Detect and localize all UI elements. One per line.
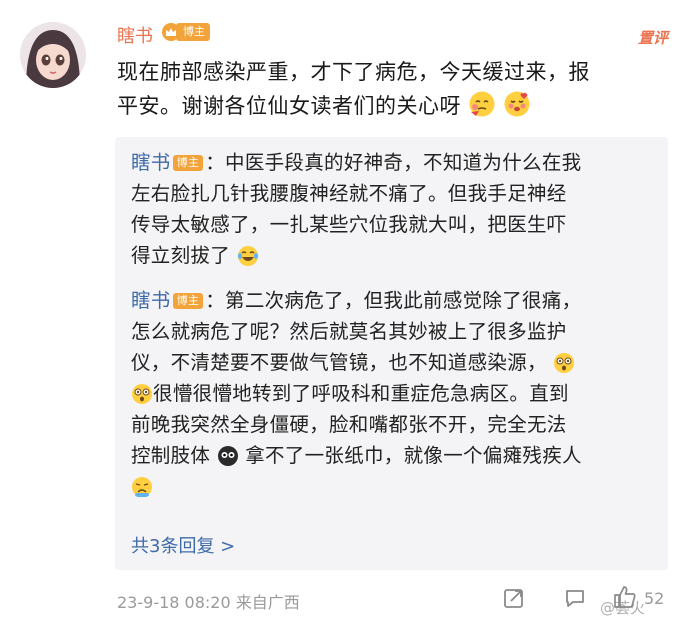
blogger-badge: 博主 — [162, 23, 210, 41]
reply-text: 前晚我突然全身僵硬，脸和嘴都张不开，完全无法 — [131, 413, 567, 436]
kiss-emoji-icon — [504, 91, 530, 117]
post-text-line: 现在肺部感染严重，才下了病危，今天缓过来，报 — [117, 60, 590, 84]
crown-icon — [162, 23, 180, 41]
reply-line: 仪，不清楚要不要做气管镜，也不知道感染源， — [131, 347, 651, 378]
reply-text: ：第二次病危了，但我此前感觉除了很痛， — [205, 289, 582, 312]
more-replies-link[interactable]: 共3条回复 > — [131, 532, 235, 558]
replies-panel: 瞎书 博主 ：中医手段真的好神奇，不知道为什么在我 左右脸扎几针我腰腹神经就不痛了。… — [115, 137, 668, 570]
post-text-line-2: 平安。谢谢各位仙女读者们的关心呀 — [117, 89, 677, 123]
pin-comment-button[interactable]: 置评 — [638, 27, 668, 48]
avatar[interactable] — [20, 22, 86, 88]
reply-item[interactable]: 瞎书 博主 ：第二次病危了，但我此前感觉除了很痛， 怎么就病危了呢？然后就莫名其妙被… — [131, 285, 651, 502]
reply-text: 左右脸扎几针我腰腹神经就不痛了。但我手足神经 — [131, 182, 567, 205]
reply-line: 瞎书 博主 ：第二次病危了，但我此前感觉除了很痛， — [131, 285, 651, 316]
reply-line: 控制肢体 拿不了一张纸巾，就像一个偏瘫残疾人 — [131, 440, 651, 471]
reply-line: 得立刻拔了 — [131, 240, 651, 271]
dizzy-emoji-icon — [132, 384, 152, 404]
shy-emoji-icon — [469, 91, 495, 117]
reply-line: 很懵很懵地转到了呼吸科和重症危急病区。直到 — [131, 378, 651, 409]
source: 来自广西 — [235, 593, 300, 612]
reply-text: 传导太敏感了，一扎某些穴位我就大叫，把医生吓 — [131, 213, 567, 236]
girl-avatar-icon — [20, 22, 86, 88]
like-count: 52 — [644, 589, 665, 608]
reply-text: 得立刻拔了 — [131, 244, 231, 267]
reply-line: 瞎书 博主 ：中医手段真的好神奇，不知道为什么在我 — [131, 147, 651, 178]
reply-username[interactable]: 瞎书 — [131, 289, 171, 312]
reply-username[interactable]: 瞎书 — [131, 151, 171, 174]
black-face-emoji-icon — [217, 446, 238, 466]
badge-label: 博主 — [176, 23, 210, 41]
sad-emoji-icon — [132, 477, 152, 497]
post-text: 现在肺部感染严重，才下了病危，今天缓过来，报 平安。谢谢各位仙女读者们的关心呀 — [117, 55, 677, 123]
reply-text: ：中医手段真的好神奇，不知道为什么在我 — [205, 151, 582, 174]
reply-text: 很懵很懵地转到了呼吸科和重症危急病区。直到 — [153, 382, 569, 405]
reply-text: 仪，不清楚要不要做气管镜，也不知道感染源， — [131, 351, 547, 374]
share-icon[interactable] — [503, 587, 525, 613]
comment-icon[interactable] — [564, 587, 586, 613]
post-meta: 23-9-18 08:20 来自广西 — [117, 589, 300, 613]
laugh-cry-emoji-icon — [237, 246, 258, 266]
dizzy-emoji-icon — [554, 353, 575, 373]
reply-text: 控制肢体 — [131, 444, 211, 467]
post-text-line2-text: 平安。谢谢各位仙女读者们的关心呀 — [117, 94, 461, 118]
watermark: @荟火 — [600, 599, 646, 617]
reply-item[interactable]: 瞎书 博主 ：中医手段真的好神奇，不知道为什么在我 左右脸扎几针我腰腹神经就不痛了。… — [131, 147, 651, 271]
reply-line — [131, 471, 651, 502]
post-username[interactable]: 瞎书 — [117, 22, 153, 48]
reply-text: 怎么就病危了呢？然后就莫名其妙被上了很多监护 — [131, 320, 567, 343]
reply-badge: 博主 — [172, 293, 204, 309]
reply-badge: 博主 — [172, 155, 204, 171]
timestamp: 23-9-18 08:20 — [117, 593, 231, 612]
reply-text: 拿不了一张纸巾，就像一个偏瘫残疾人 — [245, 444, 582, 467]
